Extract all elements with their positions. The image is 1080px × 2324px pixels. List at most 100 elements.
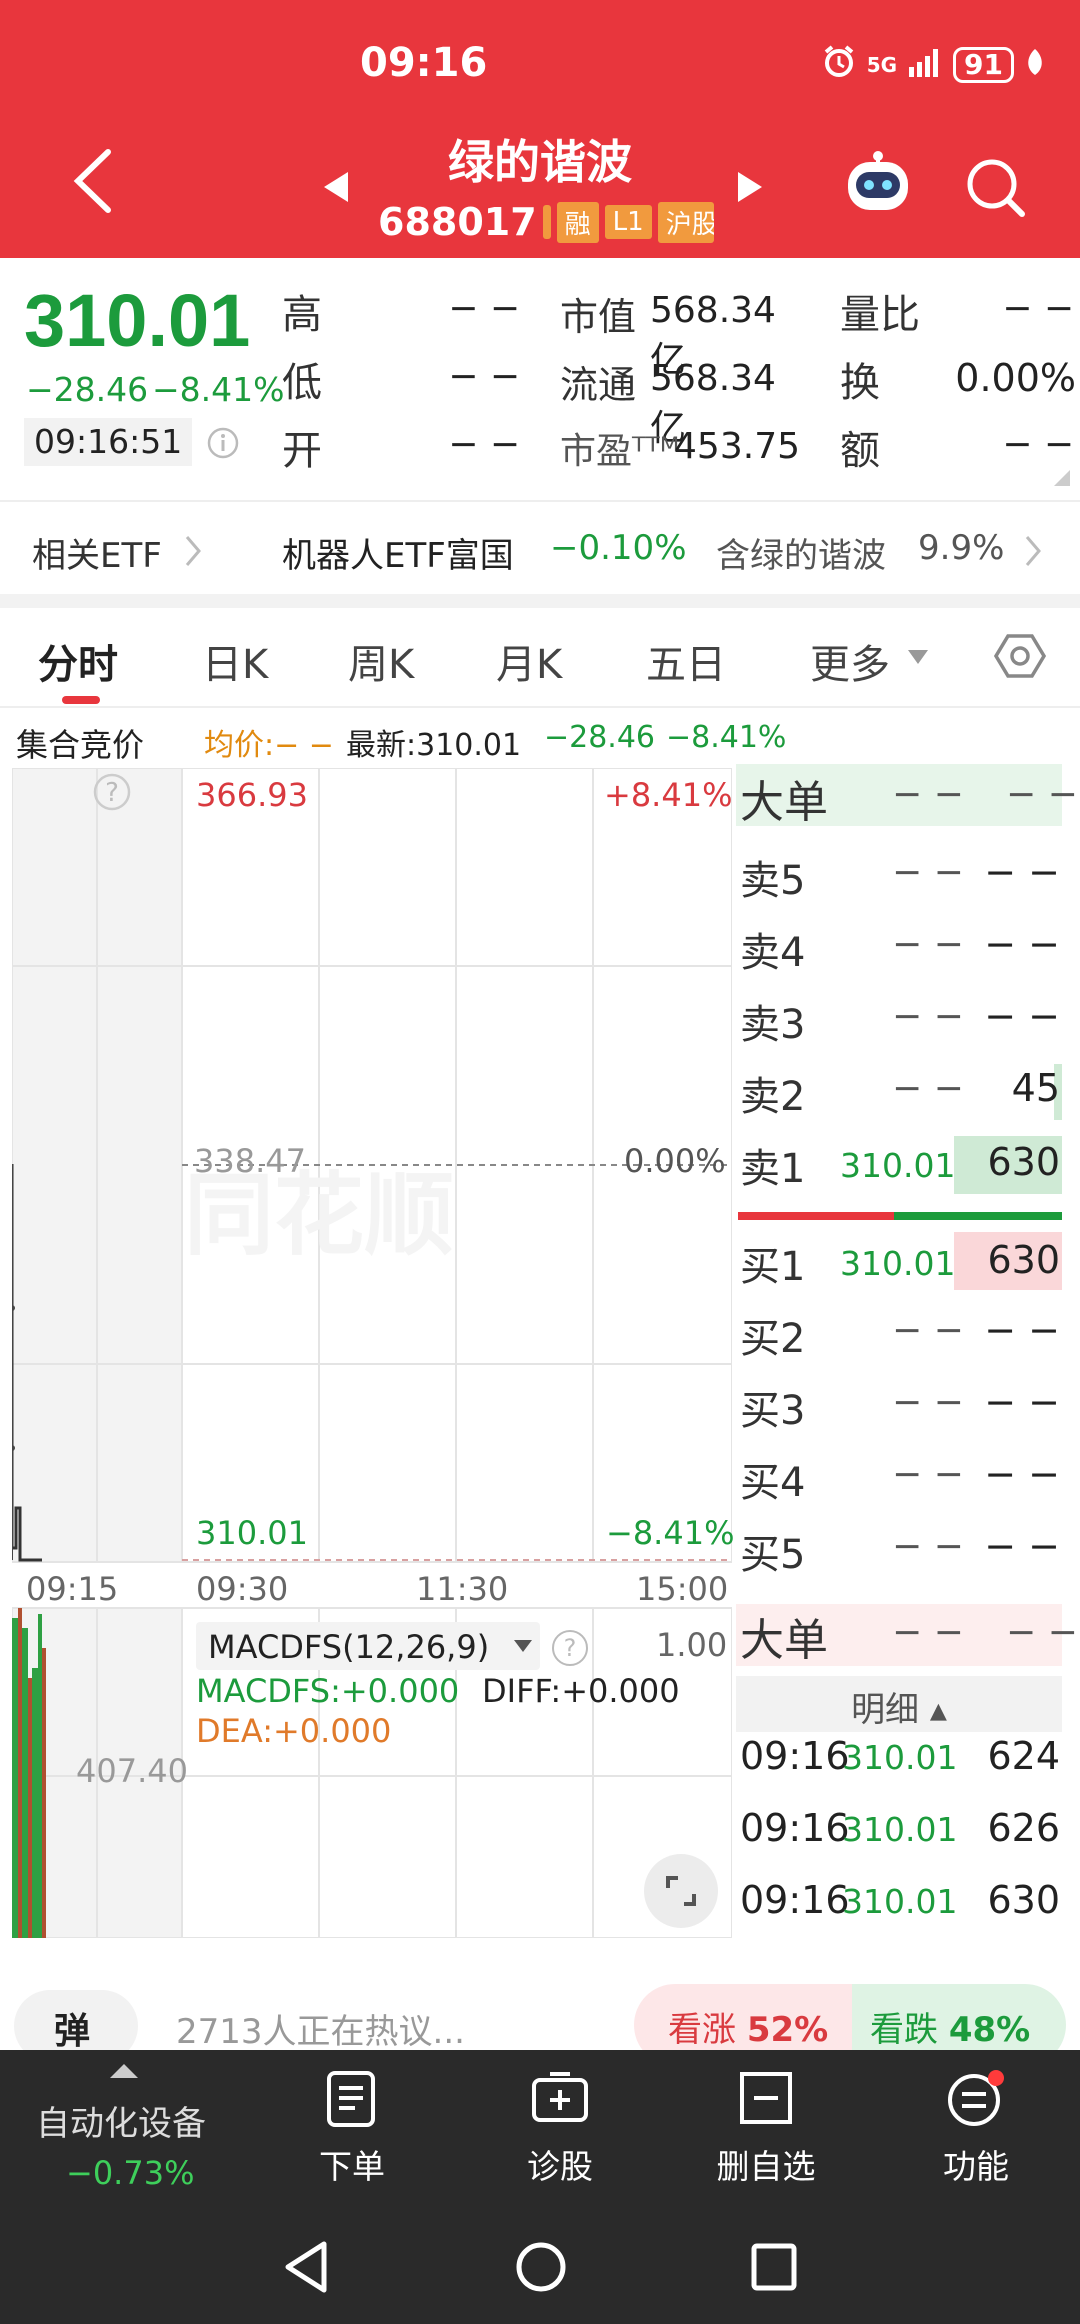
stock-name: 绿的谐波 (448, 135, 632, 189)
nav-back-icon[interactable] (282, 2240, 330, 2298)
help-icon[interactable]: ? (552, 1630, 588, 1666)
sell4-price: − − (892, 924, 964, 965)
bottom-toolbar: 自动化设备 −0.73% 下单 诊股 删自选 功能 (0, 2050, 1080, 2324)
latest-change-pct: −8.41% (666, 720, 787, 755)
section-gap (0, 594, 1080, 608)
time-label-0915: 09:15 (26, 1570, 119, 1608)
sell1-price: 310.01 (840, 1146, 956, 1185)
detail-toggle[interactable]: 明细 ▴ (736, 1676, 1062, 1732)
tick-volume: 630 (987, 1878, 1060, 1922)
minus-square-icon (740, 2072, 792, 2124)
low-label: 低 (282, 360, 322, 406)
collapse-up-icon[interactable] (110, 2064, 138, 2078)
dropdown-icon[interactable] (906, 648, 930, 670)
buy3-label: 买3 (740, 1388, 806, 1434)
tag-margin: 融 (556, 201, 599, 243)
chart-mid-price: 338.47 (194, 1142, 306, 1180)
robot-assistant-icon[interactable] (842, 150, 914, 220)
buy5-volume: − − (984, 1524, 1060, 1568)
avg-price: 均价:− − (204, 728, 334, 763)
sector-name[interactable]: 自动化设备 (36, 2096, 206, 2145)
bearish-pct: 48% (948, 2010, 1031, 2050)
related-etf-label[interactable]: 相关ETF (32, 528, 162, 577)
sell3-price: − − (892, 996, 964, 1037)
tab-monthly-k[interactable]: 月K (496, 632, 562, 690)
discussion-count[interactable]: 2713人正在热议... (176, 2004, 465, 2053)
sell3-volume: − − (984, 994, 1060, 1038)
buy3-volume: − − (984, 1380, 1060, 1424)
status-icons: 5G 91 (821, 44, 1046, 86)
big-order-dash: − − (1006, 1612, 1078, 1653)
tick-time: 09:16 (740, 1806, 850, 1850)
tab-five-day[interactable]: 五日 (646, 632, 726, 690)
tick-price: 310.01 (842, 1738, 958, 1777)
big-order-dash: − − (1006, 774, 1078, 815)
next-stock-button[interactable] (736, 170, 764, 208)
tab-daily-k[interactable]: 日K (202, 632, 268, 690)
functions-button[interactable]: 功能 (906, 2070, 1046, 2188)
etf-holding-label: 含绿的谐波 (716, 536, 886, 576)
signal-icon (907, 47, 943, 83)
tag-hk-connect: 沪股 (657, 201, 714, 243)
macd-scale: 1.00 (656, 1626, 728, 1664)
big-order-dash: − − (892, 774, 964, 815)
nav-home-icon[interactable] (514, 2240, 568, 2298)
open-label: 开 (282, 428, 322, 474)
big-order-dash: − − (892, 1612, 964, 1653)
tag-level1: L1 (604, 205, 652, 239)
fullscreen-icon[interactable] (644, 1854, 718, 1928)
high-label: 高 (282, 292, 322, 338)
remove-watchlist-button[interactable]: 删自选 (696, 2070, 836, 2188)
corner-expand-icon[interactable] (1054, 470, 1070, 486)
order-label: 下单 (319, 2147, 385, 2186)
sell4-label: 卖4 (740, 930, 806, 976)
float-label: 流通 (560, 363, 637, 407)
buy5-label: 买5 (740, 1532, 806, 1578)
turnover-value: 0.00% (955, 356, 1076, 400)
order-icon (327, 2071, 375, 2127)
order-button[interactable]: 下单 (282, 2070, 422, 2188)
battery-level: 91 (953, 47, 1014, 83)
tab-intraday[interactable]: 分时 (38, 632, 118, 690)
etf-pct: −0.10% (550, 528, 687, 568)
pe-value: 453.75 (674, 426, 800, 467)
diff-value: DIFF:+0.000 (482, 1672, 680, 1710)
low-value: − − (448, 356, 520, 397)
sell2-volume: 45 (1011, 1066, 1060, 1110)
time-label-1130: 11:30 (416, 1570, 509, 1608)
time-label-0930: 09:30 (196, 1570, 289, 1608)
sell5-price: − − (892, 852, 964, 893)
nav-recents-icon[interactable] (750, 2242, 798, 2296)
divider (0, 500, 1080, 502)
big-order-label: 大单 (740, 777, 828, 828)
macdfs-value: MACDFS:+0.000 (196, 1672, 460, 1710)
stock-code-row: 688017 融 L1 沪股 (378, 200, 714, 244)
status-time: 09:16 (360, 40, 488, 86)
sell4-volume: − − (984, 922, 1060, 966)
macd-indicator-selector[interactable]: MACDFS(12,26,9) (196, 1622, 540, 1670)
latest-price: 最新:310.01 (346, 728, 522, 763)
search-icon[interactable] (964, 156, 1028, 224)
chart-top-price: 366.93 (196, 776, 308, 814)
chart-bottom-price: 310.01 (196, 1514, 308, 1552)
tick-time: 09:16 (740, 1734, 850, 1778)
settings-icon[interactable] (993, 630, 1047, 686)
volume-ratio-value: − − (1002, 288, 1074, 329)
tab-more[interactable]: 更多 (810, 632, 890, 690)
tab-weekly-k[interactable]: 周K (348, 632, 414, 690)
chart-bottom-pct: −8.41% (606, 1514, 735, 1552)
leaf-icon (1024, 47, 1046, 83)
network-label: 5G (866, 53, 898, 77)
divider (0, 706, 1080, 708)
chevron-right-icon[interactable] (184, 534, 202, 572)
info-icon[interactable] (206, 426, 240, 464)
quote-time: 09:16:51 (24, 418, 192, 466)
chevron-right-icon[interactable] (1024, 534, 1042, 572)
diagnose-button[interactable]: 诊股 (490, 2070, 630, 2188)
price-change-pct: −8.41% (152, 370, 285, 409)
buy4-label: 买4 (740, 1460, 806, 1506)
etf-name[interactable]: 机器人ETF富国 (282, 528, 514, 577)
buy-sell-ratio-green (894, 1212, 1062, 1220)
sell3-label: 卖3 (740, 1002, 806, 1048)
sell2-price: − − (892, 1068, 964, 1109)
